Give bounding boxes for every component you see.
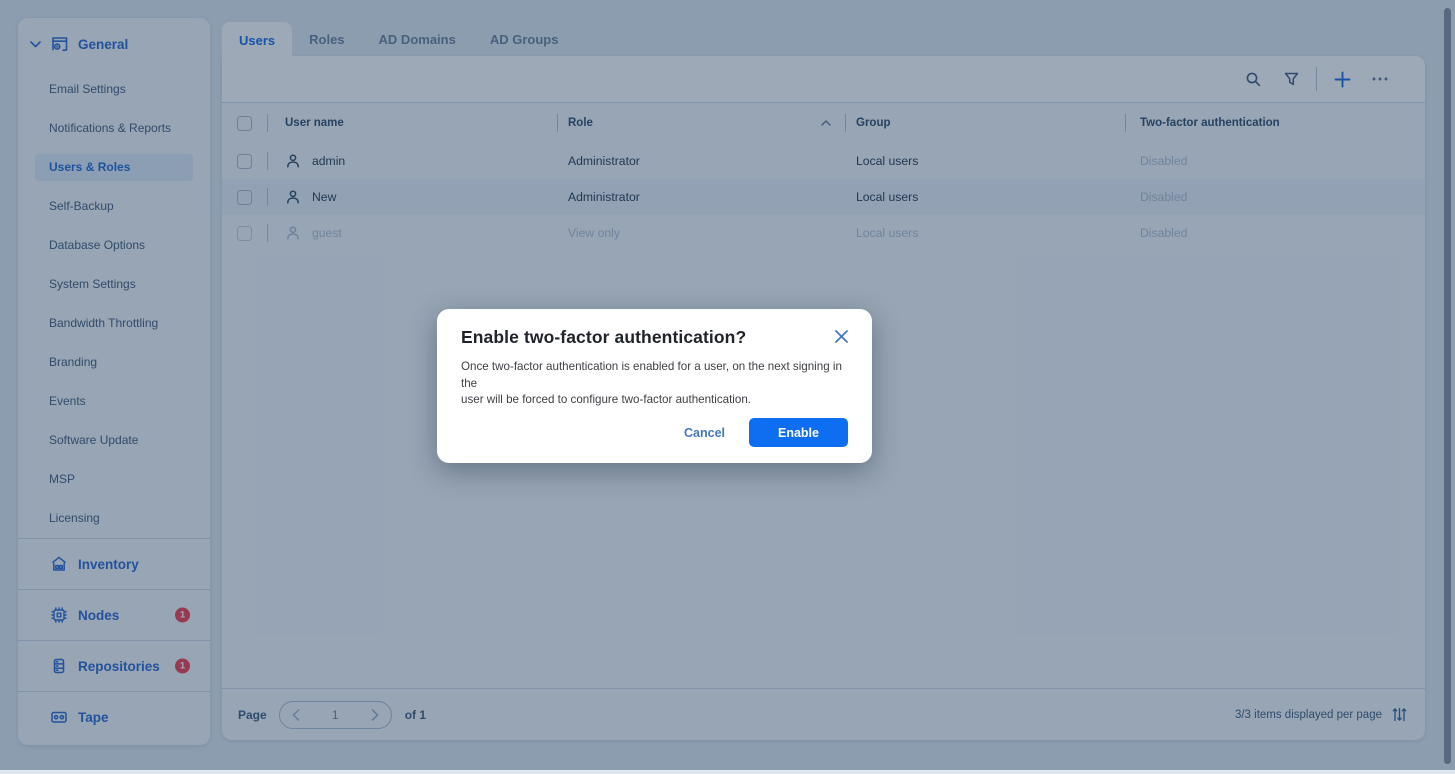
vertical-scrollbar[interactable] bbox=[1444, 8, 1451, 764]
enable-two-factor-dialog: Enable two-factor authentication? Once t… bbox=[437, 309, 872, 463]
cancel-button[interactable]: Cancel bbox=[684, 426, 725, 440]
dialog-title: Enable two-factor authentication? bbox=[461, 327, 746, 348]
dialog-body-text: Once two-factor authentication is enable… bbox=[461, 359, 848, 409]
enable-button[interactable]: Enable bbox=[749, 418, 848, 447]
close-icon[interactable] bbox=[835, 330, 848, 343]
